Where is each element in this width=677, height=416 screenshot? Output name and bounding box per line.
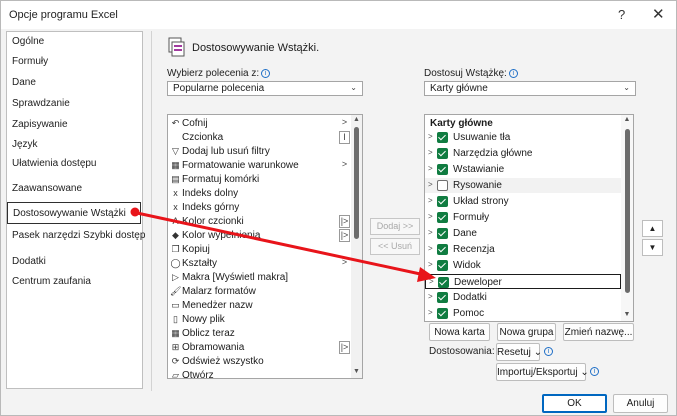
annotation-arrow-line (136, 211, 426, 277)
excel-options-dialog: Opcje programu Excel ? ✕ Ogólne Formuły … (0, 0, 677, 416)
annotation-arrow-head (417, 267, 436, 282)
annotation-arrow (130, 207, 436, 282)
